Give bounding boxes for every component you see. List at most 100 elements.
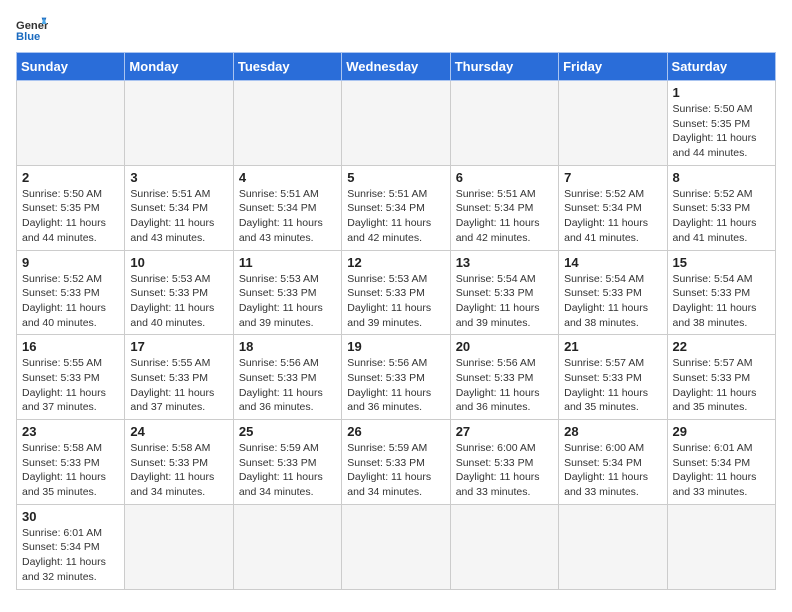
calendar-cell: 6 Sunrise: 5:51 AMSunset: 5:34 PMDaylight… (450, 165, 558, 250)
logo: General Blue (16, 16, 48, 44)
calendar-cell: 18 Sunrise: 5:56 AMSunset: 5:33 PMDayligh… (233, 335, 341, 420)
day-info: Sunrise: 5:52 AMSunset: 5:33 PMDaylight:… (22, 272, 119, 331)
day-number: 18 (239, 339, 336, 354)
calendar-cell: 3Sunrise: 5:51 AMSunset: 5:34 PMDaylight… (125, 165, 233, 250)
day-number: 11 (239, 255, 336, 270)
weekday-friday: Friday (559, 53, 667, 81)
week-row-1: 1Sunrise: 5:50 AMSunset: 5:35 PMDaylight… (17, 81, 776, 166)
weekday-wednesday: Wednesday (342, 53, 450, 81)
calendar-cell (342, 504, 450, 589)
day-info: Sunrise: 5:56 AMSunset: 5:33 PMDaylight:… (456, 356, 553, 415)
day-number: 17 (130, 339, 227, 354)
day-number: 3 (130, 170, 227, 185)
day-number: 14 (564, 255, 661, 270)
day-number: 21 (564, 339, 661, 354)
day-info: Sunrise: 5:51 AMSunset: 5:34 PMDaylight:… (456, 187, 553, 246)
calendar-cell: 29 Sunrise: 6:01 AMSunset: 5:34 PMDayligh… (667, 420, 775, 505)
day-number: 23 (22, 424, 119, 439)
calendar-cell: 13Sunrise: 5:54 AMSunset: 5:33 PMDayligh… (450, 250, 558, 335)
day-info: Sunrise: 5:57 AMSunset: 5:33 PMDaylight:… (564, 356, 661, 415)
calendar-cell: 24 Sunrise: 5:58 AMSunset: 5:33 PMDayligh… (125, 420, 233, 505)
calendar-cell (17, 81, 125, 166)
calendar-cell: 28Sunrise: 6:00 AMSunset: 5:34 PMDayligh… (559, 420, 667, 505)
day-info: Sunrise: 5:55 AMSunset: 5:33 PMDaylight:… (130, 356, 227, 415)
calendar-cell (559, 504, 667, 589)
day-info: Sunrise: 5:56 AMSunset: 5:33 PMDaylight:… (239, 356, 336, 415)
calendar-cell: 9 Sunrise: 5:52 AMSunset: 5:33 PMDaylight… (17, 250, 125, 335)
day-number: 8 (673, 170, 770, 185)
weekday-sunday: Sunday (17, 53, 125, 81)
day-info: Sunrise: 6:00 AMSunset: 5:33 PMDaylight:… (456, 441, 553, 500)
day-info: Sunrise: 5:52 AMSunset: 5:33 PMDaylight:… (673, 187, 770, 246)
day-info: Sunrise: 5:54 AMSunset: 5:33 PMDaylight:… (456, 272, 553, 331)
calendar-cell: 26 Sunrise: 5:59 AMSunset: 5:33 PMDayligh… (342, 420, 450, 505)
weekday-saturday: Saturday (667, 53, 775, 81)
day-info: Sunrise: 6:01 AMSunset: 5:34 PMDaylight:… (673, 441, 770, 500)
calendar-cell: 14Sunrise: 5:54 AMSunset: 5:33 PMDayligh… (559, 250, 667, 335)
day-info: Sunrise: 5:51 AMSunset: 5:34 PMDaylight:… (239, 187, 336, 246)
calendar-cell (559, 81, 667, 166)
week-row-4: 16Sunrise: 5:55 AMSunset: 5:33 PMDayligh… (17, 335, 776, 420)
day-number: 2 (22, 170, 119, 185)
day-info: Sunrise: 5:55 AMSunset: 5:33 PMDaylight:… (22, 356, 119, 415)
calendar-cell: 25 Sunrise: 5:59 AMSunset: 5:33 PMDayligh… (233, 420, 341, 505)
week-row-3: 9 Sunrise: 5:52 AMSunset: 5:33 PMDaylight… (17, 250, 776, 335)
calendar-cell: 15 Sunrise: 5:54 AMSunset: 5:33 PMDayligh… (667, 250, 775, 335)
logo-icon: General Blue (16, 16, 48, 44)
calendar-cell: 27Sunrise: 6:00 AMSunset: 5:33 PMDayligh… (450, 420, 558, 505)
calendar-cell: 8 Sunrise: 5:52 AMSunset: 5:33 PMDaylight… (667, 165, 775, 250)
week-row-5: 23 Sunrise: 5:58 AMSunset: 5:33 PMDayligh… (17, 420, 776, 505)
day-number: 6 (456, 170, 553, 185)
weekday-thursday: Thursday (450, 53, 558, 81)
calendar-cell: 17 Sunrise: 5:55 AMSunset: 5:33 PMDayligh… (125, 335, 233, 420)
day-number: 7 (564, 170, 661, 185)
page-header: General Blue (16, 16, 776, 44)
day-info: Sunrise: 5:56 AMSunset: 5:33 PMDaylight:… (347, 356, 444, 415)
calendar-cell (233, 81, 341, 166)
day-number: 29 (673, 424, 770, 439)
calendar-cell (342, 81, 450, 166)
day-info: Sunrise: 5:53 AMSunset: 5:33 PMDaylight:… (239, 272, 336, 331)
day-info: Sunrise: 5:52 AMSunset: 5:34 PMDaylight:… (564, 187, 661, 246)
calendar-cell: 4 Sunrise: 5:51 AMSunset: 5:34 PMDaylight… (233, 165, 341, 250)
calendar-cell: 12Sunrise: 5:53 AMSunset: 5:33 PMDayligh… (342, 250, 450, 335)
calendar-cell: 11 Sunrise: 5:53 AMSunset: 5:33 PMDayligh… (233, 250, 341, 335)
weekday-header-row: SundayMondayTuesdayWednesdayThursdayFrid… (17, 53, 776, 81)
day-number: 25 (239, 424, 336, 439)
day-info: Sunrise: 5:58 AMSunset: 5:33 PMDaylight:… (130, 441, 227, 500)
calendar-cell (125, 504, 233, 589)
day-number: 15 (673, 255, 770, 270)
svg-text:Blue: Blue (16, 31, 40, 43)
day-number: 4 (239, 170, 336, 185)
day-number: 10 (130, 255, 227, 270)
day-info: Sunrise: 5:59 AMSunset: 5:33 PMDaylight:… (347, 441, 444, 500)
day-info: Sunrise: 5:50 AMSunset: 5:35 PMDaylight:… (673, 102, 770, 161)
weekday-tuesday: Tuesday (233, 53, 341, 81)
day-number: 5 (347, 170, 444, 185)
day-info: Sunrise: 5:51 AMSunset: 5:34 PMDaylight:… (347, 187, 444, 246)
day-number: 12 (347, 255, 444, 270)
calendar-cell: 21 Sunrise: 5:57 AMSunset: 5:33 PMDayligh… (559, 335, 667, 420)
calendar-cell: 7 Sunrise: 5:52 AMSunset: 5:34 PMDaylight… (559, 165, 667, 250)
calendar-cell: 23Sunrise: 5:58 AMSunset: 5:33 PMDayligh… (17, 420, 125, 505)
day-number: 28 (564, 424, 661, 439)
day-info: Sunrise: 5:54 AMSunset: 5:33 PMDaylight:… (673, 272, 770, 331)
calendar-cell: 10 Sunrise: 5:53 AMSunset: 5:33 PMDayligh… (125, 250, 233, 335)
day-number: 9 (22, 255, 119, 270)
calendar-cell (233, 504, 341, 589)
day-number: 20 (456, 339, 553, 354)
weekday-monday: Monday (125, 53, 233, 81)
day-info: Sunrise: 5:50 AMSunset: 5:35 PMDaylight:… (22, 187, 119, 246)
calendar-cell: 20 Sunrise: 5:56 AMSunset: 5:33 PMDayligh… (450, 335, 558, 420)
calendar-cell: 22 Sunrise: 5:57 AMSunset: 5:33 PMDayligh… (667, 335, 775, 420)
day-info: Sunrise: 5:57 AMSunset: 5:33 PMDaylight:… (673, 356, 770, 415)
day-number: 26 (347, 424, 444, 439)
day-number: 22 (673, 339, 770, 354)
calendar-cell: 5 Sunrise: 5:51 AMSunset: 5:34 PMDaylight… (342, 165, 450, 250)
day-info: Sunrise: 5:53 AMSunset: 5:33 PMDaylight:… (130, 272, 227, 331)
calendar-cell: 30Sunrise: 6:01 AMSunset: 5:34 PMDayligh… (17, 504, 125, 589)
calendar-cell (450, 504, 558, 589)
week-row-6: 30Sunrise: 6:01 AMSunset: 5:34 PMDayligh… (17, 504, 776, 589)
day-info: Sunrise: 5:59 AMSunset: 5:33 PMDaylight:… (239, 441, 336, 500)
day-number: 24 (130, 424, 227, 439)
